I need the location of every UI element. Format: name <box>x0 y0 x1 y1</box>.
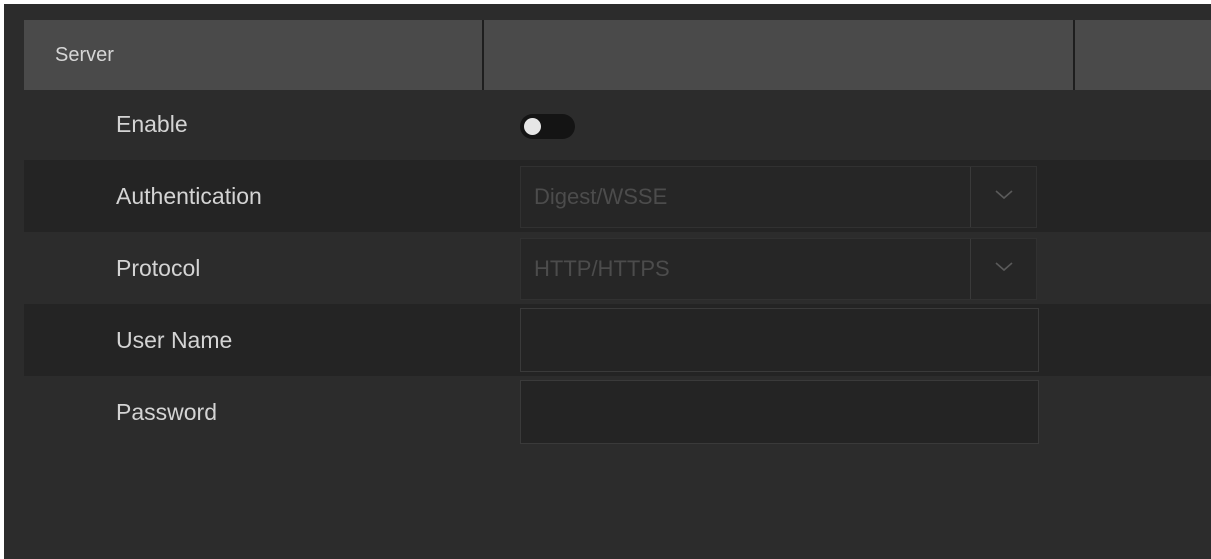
password-label: Password <box>116 399 217 425</box>
password-input[interactable] <box>520 380 1039 444</box>
row-enable: Enable <box>24 90 1211 162</box>
tab-server-label: Server <box>55 43 114 66</box>
row-user-name: User Name <box>24 304 1211 376</box>
row-authentication: Authentication Digest/WSSE <box>24 160 1211 232</box>
chevron-down-icon <box>995 190 1013 200</box>
enable-label: Enable <box>116 111 188 137</box>
authentication-dropdown-button[interactable] <box>970 167 1036 227</box>
authentication-label: Authentication <box>116 183 262 209</box>
user-name-input[interactable] <box>520 308 1039 372</box>
row-protocol: Protocol HTTP/HTTPS <box>24 232 1211 304</box>
protocol-label: Protocol <box>116 255 201 281</box>
row-password: Password <box>24 376 1211 448</box>
chevron-down-icon <box>995 262 1013 272</box>
user-name-label: User Name <box>116 327 233 353</box>
tab-bar: Server <box>24 20 1211 90</box>
toggle-knob <box>524 118 541 135</box>
authentication-value: Digest/WSSE <box>534 184 668 209</box>
tab-server[interactable]: Server <box>24 20 482 90</box>
protocol-select[interactable]: HTTP/HTTPS <box>520 238 1037 300</box>
tab-2[interactable] <box>482 20 1073 90</box>
protocol-value: HTTP/HTTPS <box>534 256 670 281</box>
protocol-dropdown-button[interactable] <box>970 239 1036 299</box>
tab-3[interactable] <box>1073 20 1211 90</box>
authentication-select[interactable]: Digest/WSSE <box>520 166 1037 228</box>
enable-toggle[interactable] <box>520 114 575 139</box>
server-settings-panel: Server Enable Authentication Digest/WSSE… <box>4 4 1211 559</box>
